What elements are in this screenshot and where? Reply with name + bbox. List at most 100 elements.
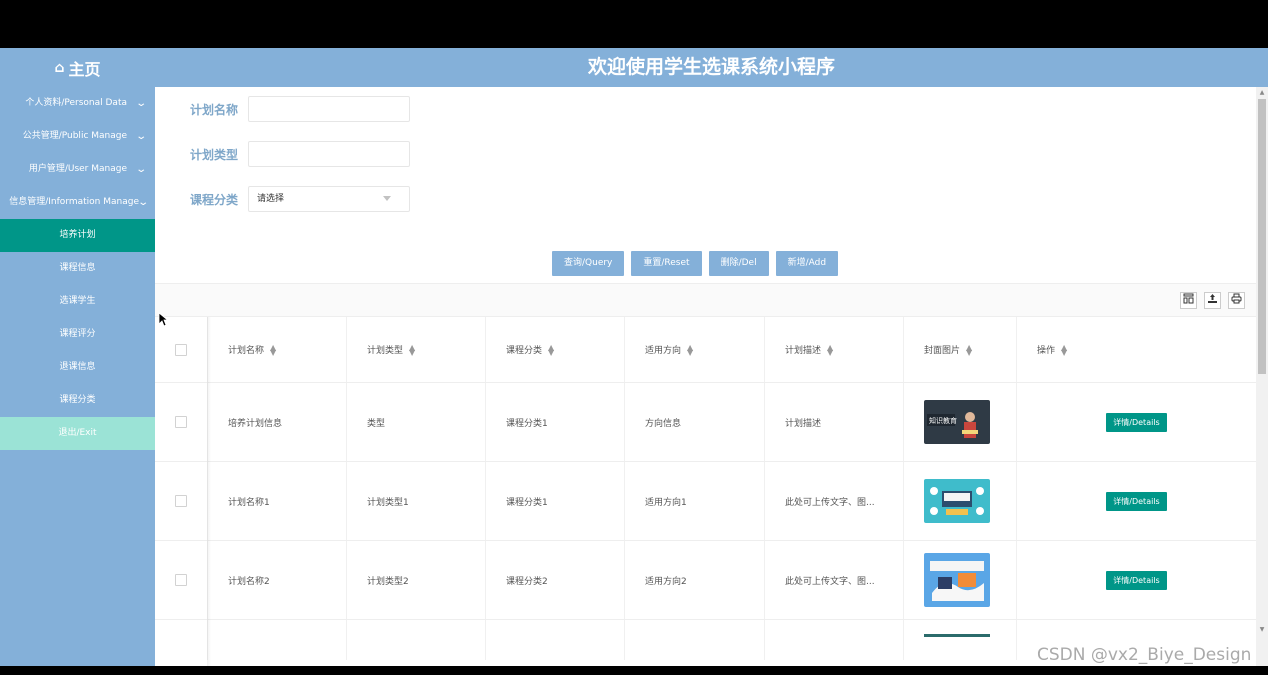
sort-icon[interactable]: ▲ ▼ bbox=[687, 343, 693, 356]
print-icon[interactable] bbox=[1228, 292, 1245, 309]
sort-icon[interactable]: ▲ ▼ bbox=[1061, 343, 1067, 356]
sidebar-item-label: 用户管理/User Manage bbox=[28, 164, 127, 174]
app-frame: ⌂ 主页 欢迎使用学生选课系统小程序 个人资料/Personal Data ⌄ … bbox=[0, 48, 1268, 666]
cell-plan-type: 类型 bbox=[347, 383, 486, 461]
cell-description: 此处可上传文字、图... bbox=[765, 541, 904, 619]
col-header-label: 封面图片 bbox=[924, 346, 961, 356]
main-content: 计划名称 计划类型 课程分类 请选择 查询/Query 重置/Reset 删除/… bbox=[155, 87, 1268, 666]
table-row: 培养计划信息 类型 课程分类1 方向信息 计划描述 知识教育 详情/Detail… bbox=[155, 383, 1256, 462]
reset-button[interactable]: 重置/Reset bbox=[631, 251, 702, 276]
sort-icon[interactable]: ▲ ▼ bbox=[270, 343, 276, 356]
caret-down-icon bbox=[383, 196, 391, 201]
col-header-label: 计划名称 bbox=[228, 346, 265, 356]
col-header-category[interactable]: 课程分类 ▲ ▼ bbox=[486, 317, 625, 382]
cell-plan-name bbox=[208, 620, 347, 660]
col-header-label: 操作 bbox=[1037, 346, 1056, 356]
sidebar-item-label: 退课信息 bbox=[59, 362, 96, 372]
sidebar-item-course-info[interactable]: 课程信息 bbox=[0, 252, 155, 285]
table-row: 计划名称1 计划类型1 课程分类1 适用方向1 此处可上传文字、图... 详情/… bbox=[155, 462, 1256, 541]
bottom-bar bbox=[0, 666, 1268, 675]
delete-button[interactable]: 删除/Del bbox=[708, 251, 769, 276]
chevron-down-icon: ⌄ bbox=[134, 164, 147, 175]
details-button[interactable]: 详情/Details bbox=[1106, 570, 1167, 590]
row-checkbox[interactable] bbox=[175, 416, 187, 428]
category-select-value: 请选择 bbox=[257, 194, 285, 204]
scrollbar-thumb[interactable] bbox=[1258, 99, 1266, 374]
cell-direction bbox=[625, 620, 765, 660]
cell-category: 课程分类1 bbox=[486, 462, 625, 540]
cell-direction: 适用方向2 bbox=[625, 541, 765, 619]
export-icon[interactable] bbox=[1204, 292, 1221, 309]
cell-cover bbox=[904, 462, 1017, 540]
cover-image[interactable] bbox=[924, 479, 990, 523]
scroll-up-icon[interactable]: ▲ bbox=[1256, 87, 1268, 99]
plan-name-row: 计划名称 bbox=[190, 96, 410, 122]
sidebar-item-course-category[interactable]: 课程分类 bbox=[0, 384, 155, 417]
sidebar-item-information-manage[interactable]: 信息管理/Information Manage ⌄ bbox=[0, 186, 155, 219]
cell-direction: 适用方向1 bbox=[625, 462, 765, 540]
plan-type-row: 计划类型 bbox=[190, 141, 410, 167]
sidebar-item-user-manage[interactable]: 用户管理/User Manage ⌄ bbox=[0, 153, 155, 186]
col-header-label: 计划类型 bbox=[367, 346, 404, 356]
action-buttons: 查询/Query 重置/Reset 删除/Del 新增/Add bbox=[552, 251, 845, 276]
chevron-down-icon: ⌄ bbox=[136, 197, 149, 208]
col-header-actions[interactable]: 操作 ▲ ▼ bbox=[1017, 317, 1256, 382]
sort-icon[interactable]: ▲ ▼ bbox=[827, 343, 833, 356]
query-button[interactable]: 查询/Query bbox=[552, 251, 625, 276]
home-label: 主页 bbox=[68, 59, 101, 79]
cell-plan-type: 计划类型2 bbox=[347, 541, 486, 619]
cell-actions: 详情/Details bbox=[1017, 462, 1256, 540]
sidebar-item-label: 退出/Exit bbox=[58, 428, 97, 438]
details-button[interactable]: 详情/Details bbox=[1106, 491, 1167, 511]
sidebar-item-enrolled-students[interactable]: 选课学生 bbox=[0, 285, 155, 318]
col-header-description[interactable]: 计划描述 ▲ ▼ bbox=[765, 317, 904, 382]
sort-icon[interactable]: ▲ ▼ bbox=[409, 343, 415, 356]
sidebar-item-label: 课程评分 bbox=[59, 329, 96, 339]
vertical-scrollbar[interactable]: ▲ ▼ bbox=[1256, 87, 1268, 666]
chevron-down-icon: ⌄ bbox=[134, 98, 147, 109]
sidebar-item-label: 课程信息 bbox=[59, 263, 96, 273]
sidebar-item-public-manage[interactable]: 公共管理/Public Manage ⌄ bbox=[0, 120, 155, 153]
sidebar-item-label: 个人资料/Personal Data bbox=[25, 98, 127, 108]
col-header-direction[interactable]: 适用方向 ▲ ▼ bbox=[625, 317, 765, 382]
sidebar-item-course-rating[interactable]: 课程评分 bbox=[0, 318, 155, 351]
select-all-checkbox[interactable] bbox=[175, 343, 187, 356]
home-link[interactable]: ⌂ 主页 bbox=[0, 48, 155, 87]
sidebar-item-personal-data[interactable]: 个人资料/Personal Data ⌄ bbox=[0, 87, 155, 120]
col-header-plan-name[interactable]: 计划名称 ▲ ▼ bbox=[208, 317, 347, 382]
cell-category: 课程分类1 bbox=[486, 383, 625, 461]
row-select-cell bbox=[155, 541, 208, 619]
sidebar-item-exit[interactable]: 退出/Exit bbox=[0, 417, 155, 450]
table-row: 计划名称2 计划类型2 课程分类2 适用方向2 此处可上传文字、图... 详情/… bbox=[155, 541, 1256, 620]
cell-description: 计划描述 bbox=[765, 383, 904, 461]
top-header: ⌂ 主页 欢迎使用学生选课系统小程序 bbox=[0, 48, 1268, 87]
cover-image[interactable]: 知识教育 bbox=[924, 400, 990, 444]
col-header-plan-type[interactable]: 计划类型 ▲ ▼ bbox=[347, 317, 486, 382]
cover-image[interactable] bbox=[924, 634, 990, 637]
sidebar-item-label: 选课学生 bbox=[59, 296, 96, 306]
sidebar-item-label: 课程分类 bbox=[59, 395, 96, 405]
row-checkbox[interactable] bbox=[175, 574, 187, 586]
sidebar-item-drop-info[interactable]: 退课信息 bbox=[0, 351, 155, 384]
col-header-cover[interactable]: 封面图片 ▲ ▼ bbox=[904, 317, 1017, 382]
cover-image[interactable] bbox=[924, 553, 990, 607]
plan-name-input[interactable] bbox=[248, 96, 410, 122]
plan-type-input[interactable] bbox=[248, 141, 410, 167]
add-button[interactable]: 新增/Add bbox=[775, 251, 839, 276]
columns-icon[interactable] bbox=[1180, 292, 1197, 309]
row-checkbox[interactable] bbox=[175, 495, 187, 507]
category-select[interactable]: 请选择 bbox=[248, 186, 410, 212]
cell-actions: 详情/Details bbox=[1017, 541, 1256, 619]
details-button[interactable]: 详情/Details bbox=[1106, 412, 1167, 432]
row-select-cell bbox=[155, 620, 208, 660]
cell-plan-type bbox=[347, 620, 486, 660]
row-select-cell bbox=[155, 462, 208, 540]
sidebar-item-training-plan[interactable]: 培养计划 bbox=[0, 219, 155, 252]
sort-icon[interactable]: ▲ ▼ bbox=[548, 343, 554, 356]
column-divider-shadow bbox=[207, 317, 211, 666]
sort-icon[interactable]: ▲ ▼ bbox=[966, 343, 972, 356]
scroll-down-icon[interactable]: ▼ bbox=[1256, 624, 1268, 636]
cell-category: 课程分类2 bbox=[486, 541, 625, 619]
table-toolbar bbox=[155, 283, 1256, 317]
cell-cover: 知识教育 bbox=[904, 383, 1017, 461]
